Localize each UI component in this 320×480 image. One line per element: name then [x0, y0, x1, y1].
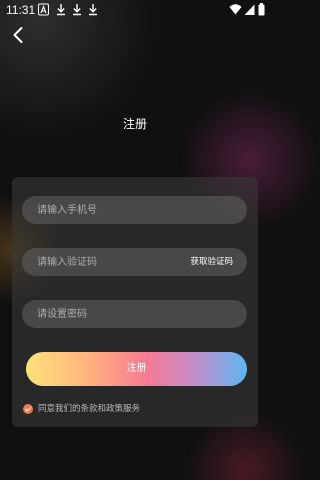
- status-bar: 11:31: [0, 0, 270, 20]
- download-icon: [56, 3, 66, 16]
- signal-icon: [244, 3, 255, 16]
- back-button[interactable]: [8, 24, 30, 46]
- status-time: 11:31: [6, 3, 36, 17]
- agreement-checkbox[interactable]: [23, 404, 33, 414]
- chevron-left-icon: [13, 27, 23, 43]
- wifi-icon: [229, 3, 242, 16]
- password-field: [22, 300, 247, 328]
- download-icon: [72, 3, 82, 16]
- download-icon: [88, 3, 98, 16]
- notification-a-icon: [38, 3, 49, 16]
- page-title: 注册: [122, 117, 147, 131]
- battery-icon: [258, 3, 265, 16]
- code-field: 获取验证码: [22, 248, 247, 276]
- phone-input[interactable]: [37, 196, 232, 224]
- check-icon: [24, 406, 32, 412]
- register-button[interactable]: 注册: [26, 352, 247, 386]
- agreement-text[interactable]: 同意我们的条款和政策服务: [38, 402, 140, 416]
- get-code-button[interactable]: 获取验证码: [190, 248, 233, 276]
- phone-field: [22, 196, 247, 224]
- password-input[interactable]: [37, 300, 232, 328]
- verification-code-input[interactable]: [37, 248, 177, 276]
